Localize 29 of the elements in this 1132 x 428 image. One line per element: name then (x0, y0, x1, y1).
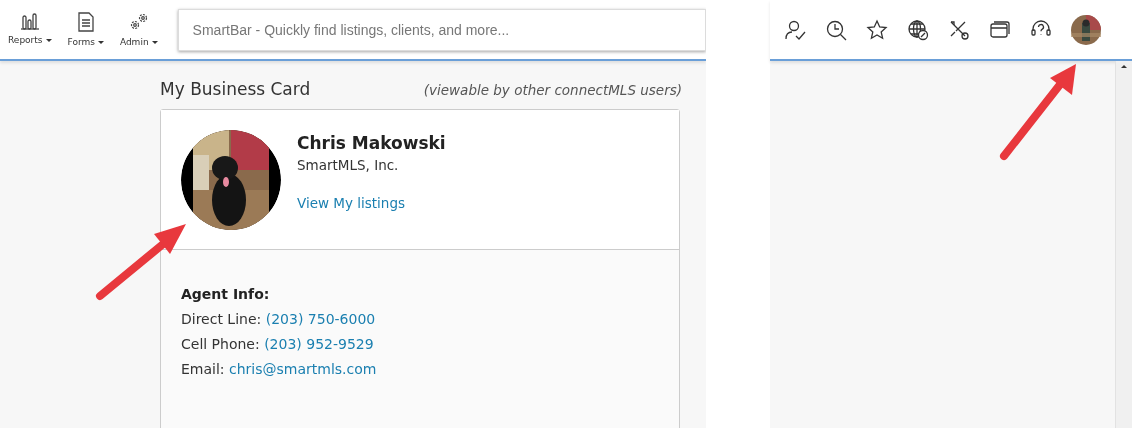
listings-link[interactable]: View My listings (297, 195, 405, 211)
tools-icon[interactable] (948, 18, 970, 41)
user-check-icon[interactable] (784, 18, 806, 41)
history-search-icon[interactable] (825, 18, 847, 41)
bar-chart-icon (19, 12, 40, 30)
contact-link[interactable]: (203) 952-9529 (264, 336, 374, 352)
caret-icon (45, 38, 52, 42)
info-line: Email: chris@smartmls.com (181, 361, 378, 377)
menu-button[interactable]: Forms (61, 12, 110, 47)
visibility-note: (viewable by other connectMLS users) (423, 82, 682, 98)
scrollbar[interactable] (1115, 61, 1132, 428)
menu-button[interactable]: Admin (113, 12, 164, 47)
globe-icon[interactable] (907, 18, 929, 41)
info-line: Direct Line: (203) 750-6000 (181, 311, 377, 327)
info-line: Cell Phone: (203) 952-9529 (181, 336, 375, 352)
search-field[interactable]: SmartBar - Quickly find listings, clients, and more... (177, 8, 706, 51)
info-heading: Agent Info: (181, 286, 271, 302)
menu-button[interactable]: Reports (2, 12, 58, 47)
star-icon[interactable] (866, 18, 888, 41)
document-icon (76, 12, 95, 32)
caret-icon (97, 40, 104, 44)
contact-link[interactable]: (203) 750-6000 (265, 311, 376, 327)
cards-icon[interactable] (989, 18, 1011, 41)
caret-icon (151, 40, 158, 44)
section-title: My Business Card (160, 79, 311, 99)
gears-icon (128, 12, 149, 32)
contact-link[interactable]: chris@smartmls.com (229, 361, 377, 377)
agent-name: Chris Makowski (297, 133, 446, 153)
company-name: SmartMLS, Inc. (297, 157, 399, 173)
